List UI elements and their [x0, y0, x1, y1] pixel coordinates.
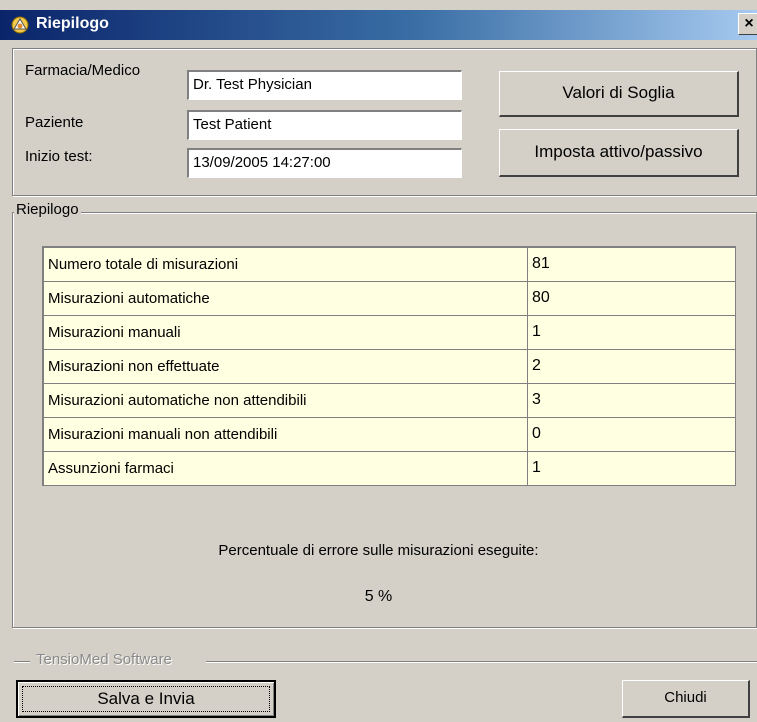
row-label: Misurazioni automatiche [42, 280, 528, 316]
table-row: Misurazioni manuali non attendibili 0 [42, 416, 736, 452]
table-row: Assunzioni farmaci 1 [42, 450, 736, 486]
window-title: Riepilogo [36, 15, 109, 32]
row-value: 80 [527, 280, 736, 316]
table-row: Numero totale di misurazioni 81 [42, 246, 736, 282]
row-value: 1 [527, 314, 736, 350]
row-label: Numero totale di misurazioni [42, 246, 528, 282]
row-value: 1 [527, 450, 736, 486]
row-value: 0 [527, 416, 736, 452]
row-value: 81 [527, 246, 736, 282]
row-label: Misurazioni manuali non attendibili [42, 416, 528, 452]
footer-divider-left [14, 661, 30, 663]
row-label: Assunzioni farmaci [42, 450, 528, 486]
summary-table: Numero totale di misurazioni 81 Misurazion… [42, 246, 736, 486]
pharmacy-label: Farmacia/Medico [25, 62, 141, 79]
focus-rect [22, 686, 270, 712]
row-label: Misurazioni manuali [42, 314, 528, 350]
close-button[interactable]: Chiudi [622, 680, 750, 718]
pharmacy-field[interactable]: Dr. Test Physician [187, 70, 462, 100]
patient-label: Paziente [25, 114, 84, 131]
start-date-field[interactable]: 13/09/2005 14:27:00 [187, 148, 462, 178]
summary-group-title: Riepilogo [14, 201, 81, 218]
brand-label: TensioMed Software [36, 651, 172, 668]
close-button-label: Chiudi [664, 689, 707, 706]
row-value: 3 [527, 382, 736, 418]
table-row: Misurazioni non effettuate 2 [42, 348, 736, 384]
thresholds-button-label: Valori di Soglia [562, 83, 675, 102]
save-send-button[interactable]: Salva e Invia [16, 680, 276, 718]
error-caption: Percentuale di errore sulle misurazioni … [218, 542, 539, 559]
active-passive-button-label: Imposta attivo/passivo [534, 142, 703, 161]
table-row: Misurazioni automatiche 80 [42, 280, 736, 316]
table-row: Misurazioni manuali 1 [42, 314, 736, 350]
app-flower-icon [11, 16, 29, 34]
row-label: Misurazioni non effettuate [42, 348, 528, 384]
start-label: Inizio test: [25, 148, 93, 165]
patient-field[interactable]: Test Patient [187, 110, 462, 140]
active-passive-button[interactable]: Imposta attivo/passivo [499, 129, 739, 177]
footer-divider-right [206, 661, 757, 663]
dialog-window: Riepilogo × Farmacia/Medico Dr. Test Phy… [0, 0, 757, 722]
close-icon[interactable]: × [738, 13, 757, 35]
table-row: Misurazioni automatiche non attendibili 3 [42, 382, 736, 418]
title-bar[interactable]: Riepilogo × [0, 10, 757, 40]
row-label: Misurazioni automatiche non attendibili [42, 382, 528, 418]
error-value: 5 % [364, 588, 393, 605]
row-value: 2 [527, 348, 736, 384]
thresholds-button[interactable]: Valori di Soglia [499, 71, 739, 117]
